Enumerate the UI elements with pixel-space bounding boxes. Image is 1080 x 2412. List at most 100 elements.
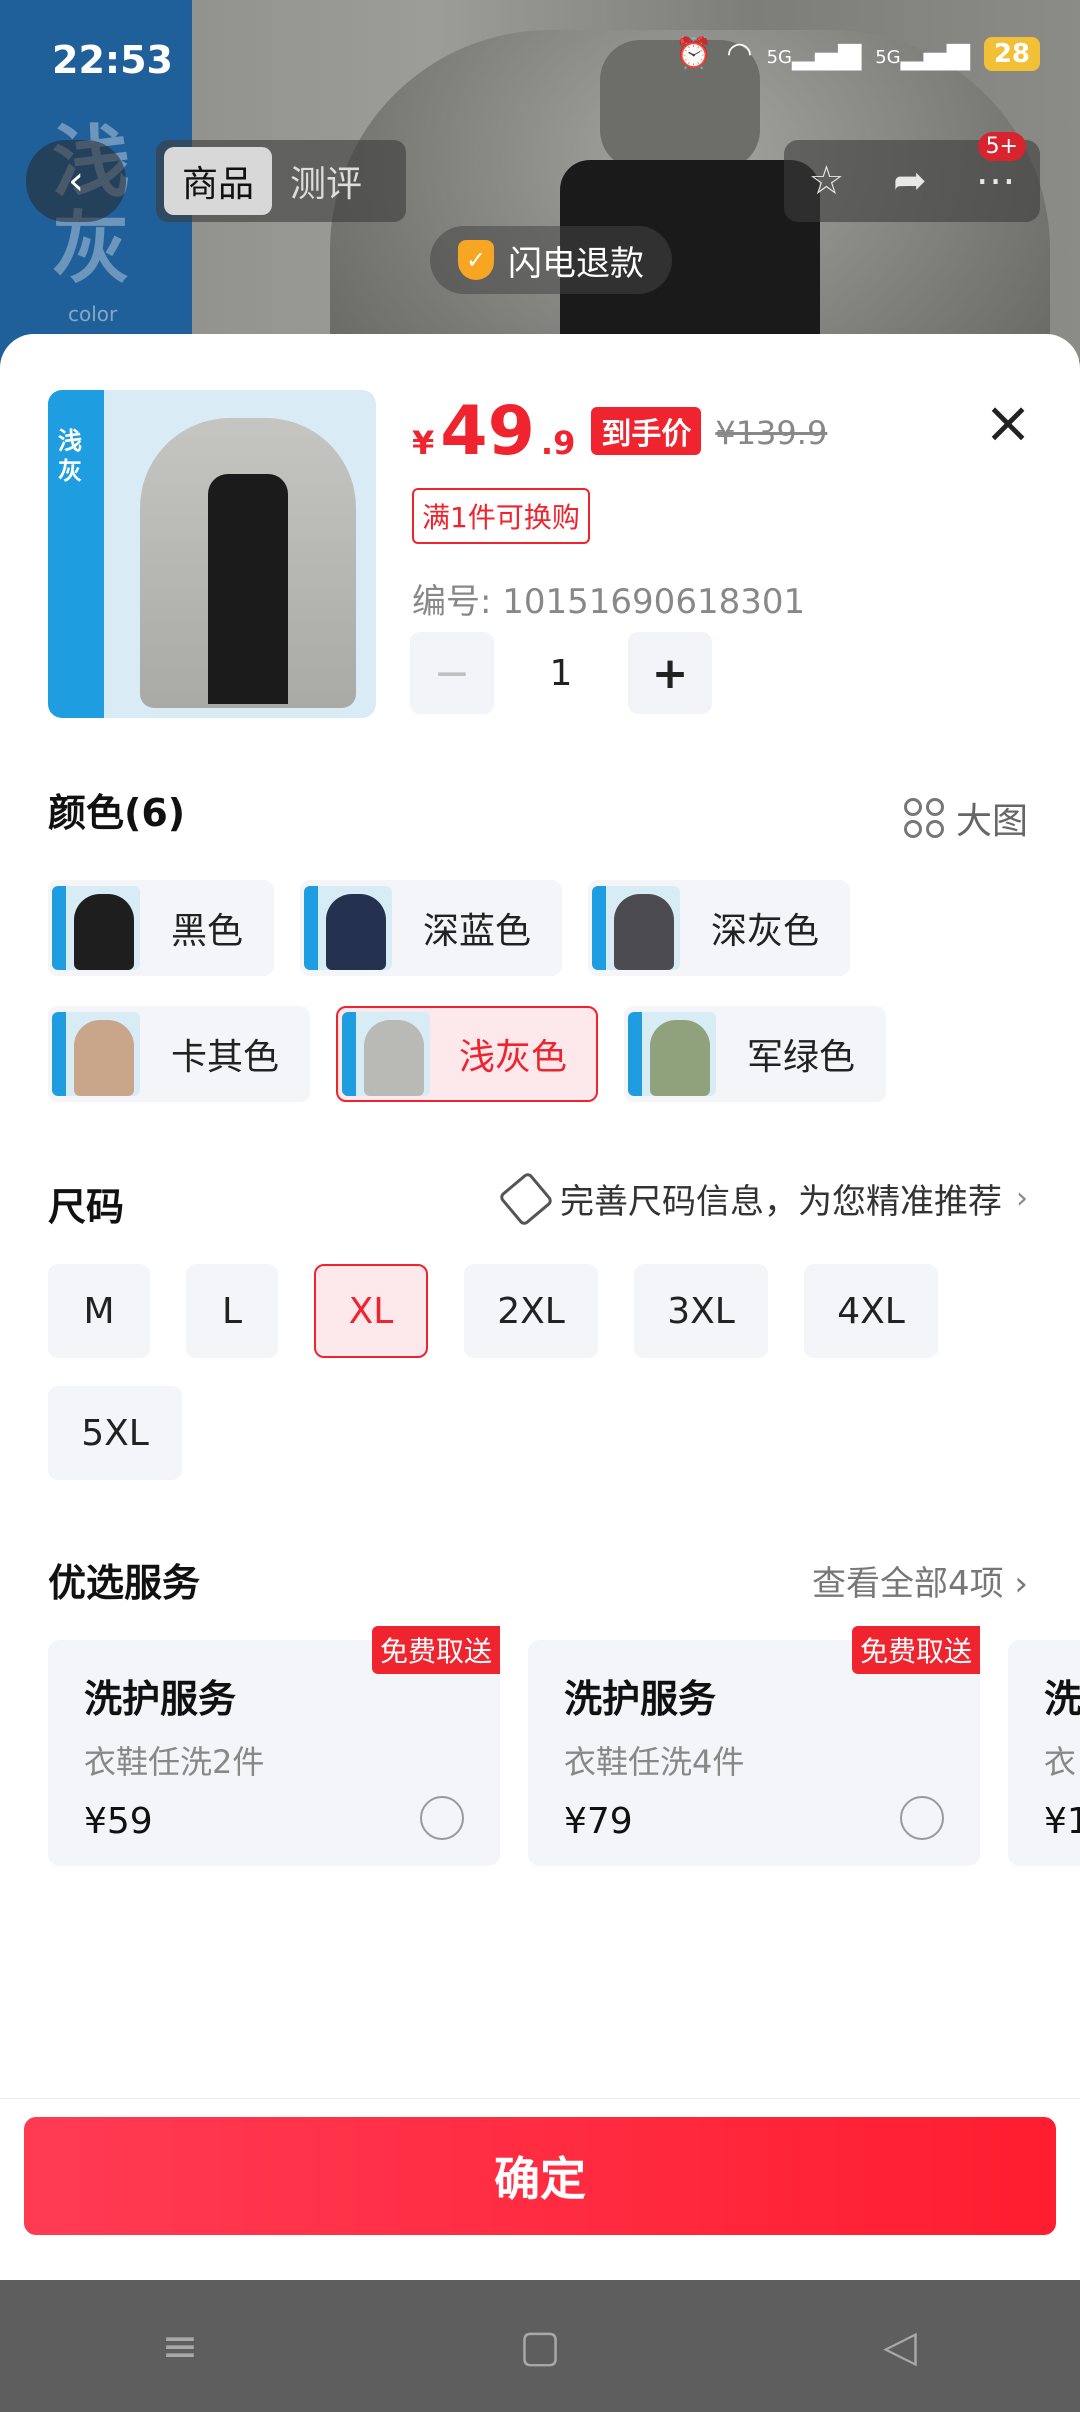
color-option-navy[interactable]: 深蓝色 — [300, 880, 562, 976]
status-icons: ⏰ ◠ 5G▂▄▆ 5G▂▄▆ 28 — [675, 36, 1040, 71]
service-radio[interactable] — [420, 1796, 464, 1840]
color-label: 军绿色 — [746, 1037, 855, 1078]
color-option-khaki[interactable]: 卡其色 — [48, 1006, 310, 1102]
service-title: 洗护服务 — [564, 1677, 717, 1721]
signal-icon: 5G▂▄▆ — [766, 36, 862, 71]
back-button[interactable]: ‹ — [26, 140, 126, 222]
shield-icon: ✓ — [458, 240, 494, 280]
price-symbol: ¥ — [412, 424, 435, 462]
service-title: 洗护服务 — [84, 1677, 237, 1721]
price-row: ¥ 49 .9 到手价 ¥139.9 — [412, 392, 827, 471]
price-decimal: .9 — [540, 424, 576, 462]
menu-icon[interactable]: ≡ — [80, 2321, 280, 2372]
color-label: 深蓝色 — [422, 911, 531, 952]
ruler-icon — [497, 1170, 555, 1227]
service-card[interactable]: 免费取送 洗护服务 衣鞋任洗4件 ¥79 — [528, 1626, 980, 1866]
color-swatch — [52, 886, 140, 970]
status-time: 22:53 — [52, 38, 173, 82]
size-option-m[interactable]: M — [48, 1264, 150, 1358]
service-title: 洗 — [1044, 1677, 1080, 1721]
sku-selector-sheet: 浅灰 ¥ 49 .9 到手价 ¥139.9 × 满1件可换购 编号: 10151… — [0, 334, 1080, 2280]
top-nav: ‹ 商品 测评 ☆ ➦ ⋯ 5+ — [0, 132, 1080, 230]
notification-badge: 5+ — [977, 132, 1026, 161]
free-pickup-badge: 免费取送 — [851, 1626, 980, 1674]
color-option-army-green[interactable]: 军绿色 — [624, 1006, 886, 1102]
confirm-button[interactable]: 确定 — [24, 2117, 1056, 2235]
tab-product[interactable]: 商品 — [164, 147, 273, 215]
wifi-icon: ◠ — [726, 36, 753, 71]
battery-icon: 28 — [983, 36, 1040, 71]
color-label: 深灰色 — [710, 911, 819, 952]
color-section-title: 颜色(6) — [48, 791, 186, 835]
size-option-2xl[interactable]: 2XL — [464, 1264, 598, 1358]
final-price-badge: 到手价 — [591, 407, 702, 455]
service-card[interactable]: 免费取送 洗护服务 衣鞋任洗2件 ¥59 — [48, 1626, 500, 1866]
size-option-l[interactable]: L — [186, 1264, 278, 1358]
color-label: 黑色 — [170, 911, 243, 952]
color-label: 卡其色 — [170, 1037, 279, 1078]
quantity-stepper: − 1 + — [410, 632, 712, 714]
quantity-value[interactable]: 1 — [494, 653, 628, 694]
increase-button[interactable]: + — [628, 632, 712, 714]
system-nav-bar: ≡ ▢ ◁ — [0, 2280, 1080, 2412]
original-price: ¥139.9 — [715, 414, 828, 452]
grid-icon — [903, 798, 944, 838]
color-label: 浅灰色 — [458, 1037, 567, 1078]
view-all-services-link[interactable]: 查看全部4项 › — [812, 1556, 1028, 1605]
size-option-5xl[interactable]: 5XL — [48, 1386, 182, 1480]
close-icon: × — [983, 388, 1033, 456]
size-guide-label: 完善尺码信息，为您精准推荐 — [560, 1182, 1002, 1222]
size-section-title: 尺码 — [48, 1185, 125, 1229]
big-image-button[interactable]: 大图 — [903, 792, 1028, 844]
refund-tip: ✓ 闪电退款 — [430, 226, 672, 294]
home-icon[interactable]: ▢ — [440, 2321, 640, 2372]
alarm-icon: ⏰ — [675, 36, 713, 71]
chevron-right-icon: › — [1016, 1181, 1028, 1216]
chevron-left-icon: ‹ — [68, 158, 84, 204]
service-subtitle: 衣 — [1044, 1743, 1077, 1781]
service-card-partial[interactable]: 洗 衣 ¥1 — [1008, 1640, 1080, 1866]
star-icon[interactable]: ☆ — [808, 158, 844, 204]
color-swatch — [52, 1012, 140, 1096]
more-icon[interactable]: ⋯ — [976, 158, 1016, 204]
signal-icon-2: 5G▂▄▆ — [875, 36, 970, 71]
share-icon[interactable]: ➦ — [893, 158, 927, 204]
thumb-label: 浅灰 — [58, 427, 82, 485]
color-option-dark-gray[interactable]: 深灰色 — [588, 880, 850, 976]
size-guide-link[interactable]: 完善尺码信息，为您精准推荐 › — [497, 1170, 1028, 1227]
close-button[interactable]: × — [980, 393, 1036, 451]
size-option-3xl[interactable]: 3XL — [634, 1264, 768, 1358]
color-option-light-gray[interactable]: 浅灰色 — [336, 1006, 598, 1102]
thumb-shirt — [208, 474, 288, 704]
service-price: ¥59 — [84, 1801, 153, 1842]
size-option-4xl[interactable]: 4XL — [804, 1264, 938, 1358]
confirm-bar: 确定 — [0, 2098, 1080, 2280]
color-swatch — [592, 886, 680, 970]
price-integer: 49 — [440, 392, 535, 471]
color-swatch — [304, 886, 392, 970]
product-thumbnail[interactable]: 浅灰 — [48, 390, 376, 718]
banner-subtext: color — [68, 302, 118, 326]
decrease-button[interactable]: − — [410, 632, 494, 714]
color-swatch — [342, 1012, 430, 1096]
color-swatch — [628, 1012, 716, 1096]
sku-code: 编号: 10151690618301 — [412, 582, 806, 622]
service-radio[interactable] — [900, 1796, 944, 1840]
tab-review[interactable]: 测评 — [272, 147, 380, 215]
promo-tag: 满1件可换购 — [412, 488, 590, 544]
refund-tip-label: 闪电退款 — [508, 243, 644, 284]
action-group: ☆ ➦ ⋯ 5+ — [784, 132, 1040, 222]
free-pickup-badge: 免费取送 — [371, 1626, 500, 1674]
size-option-xl[interactable]: XL — [314, 1264, 428, 1358]
thumb-strip: 浅灰 — [48, 390, 104, 718]
color-option-black[interactable]: 黑色 — [48, 880, 274, 976]
service-subtitle: 衣鞋任洗4件 — [564, 1743, 745, 1781]
big-image-label: 大图 — [955, 801, 1028, 842]
tab-bar: 商品 测评 — [156, 140, 406, 222]
status-bar: 22:53 ⏰ ◠ 5G▂▄▆ 5G▂▄▆ 28 — [0, 0, 1080, 120]
service-subtitle: 衣鞋任洗2件 — [84, 1743, 265, 1781]
service-price: ¥79 — [564, 1801, 633, 1842]
service-section-title: 优选服务 — [48, 1561, 201, 1605]
service-price: ¥1 — [1044, 1801, 1080, 1842]
back-triangle-icon[interactable]: ◁ — [800, 2321, 1000, 2372]
